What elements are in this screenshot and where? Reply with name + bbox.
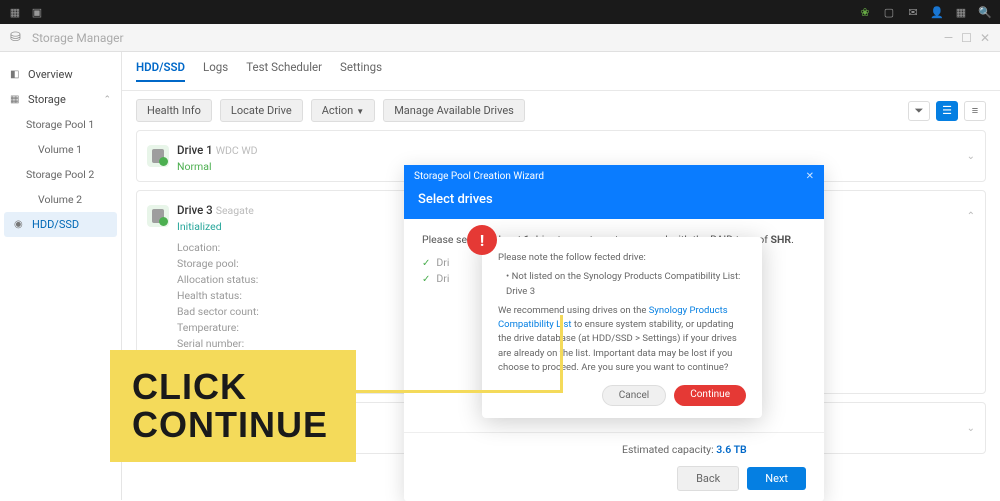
filter-icon[interactable]: ⏷ (908, 101, 930, 121)
maximize-icon[interactable]: ☐ (961, 31, 972, 45)
user-icon[interactable]: 👤 (930, 5, 944, 19)
sidebar: ◧Overview ▦Storage⌃ Storage Pool 1 Volum… (0, 52, 122, 500)
wizard-title: Select drives (404, 188, 824, 219)
manage-drives-button[interactable]: Manage Available Drives (383, 99, 525, 122)
drive-model: WDC WD (216, 144, 258, 157)
window-title: Storage Manager (32, 31, 124, 45)
sidebar-pool2[interactable]: Storage Pool 2 (0, 162, 121, 187)
back-button[interactable]: Back (677, 466, 739, 491)
wizard-footer: Estimated capacity: 3.6 TB (404, 432, 824, 466)
estimated-capacity: Estimated capacity: 3.6 TB (622, 443, 747, 456)
chevron-up-icon[interactable]: ⌃ (967, 211, 975, 222)
tab-settings[interactable]: Settings (340, 60, 382, 82)
drive-model: Seagate (216, 204, 254, 217)
sidebar-vol2[interactable]: Volume 2 (0, 187, 121, 212)
tab-test-scheduler[interactable]: Test Scheduler (246, 60, 322, 82)
cancel-button[interactable]: Cancel (602, 385, 666, 406)
window-titlebar: ⛁ Storage Manager — ☐ ✕ (0, 24, 1000, 52)
panel-icon[interactable]: ▦ (954, 5, 968, 19)
next-button[interactable]: Next (747, 467, 806, 490)
drive-status: Initialized (177, 220, 254, 233)
chevron-up-icon[interactable]: ⌃ (103, 95, 111, 105)
health-info-button[interactable]: Health Info (136, 99, 212, 122)
close-icon[interactable]: ✕ (980, 31, 990, 45)
sidebar-vol1[interactable]: Volume 1 (0, 137, 121, 162)
tab-hdd-ssd[interactable]: HDD/SSD (136, 60, 185, 82)
os-topbar: ▦ ▣ ❀ ▢ ✉ 👤 ▦ 🔍 (0, 0, 1000, 24)
sidebar-storage[interactable]: ▦Storage⌃ (0, 87, 121, 112)
check-icon: ✓ (422, 274, 430, 285)
minimize-icon[interactable]: — (944, 31, 953, 45)
chevron-down-icon: ▼ (356, 107, 364, 116)
annotation-connector (560, 315, 563, 393)
drive-status-icon (147, 145, 169, 167)
view-grid-icon[interactable]: ≡ (964, 101, 986, 121)
sidebar-overview[interactable]: ◧Overview (0, 62, 121, 87)
monitor-icon[interactable]: ▢ (882, 5, 896, 19)
search-icon[interactable]: 🔍 (978, 5, 992, 19)
drive-name: Drive 1 (177, 143, 213, 157)
grid-icon[interactable]: ▦ (8, 5, 22, 19)
action-dropdown[interactable]: Action▼ (311, 99, 375, 122)
drive-status-icon (147, 205, 169, 227)
storage-group-icon: ▦ (10, 94, 22, 106)
tab-logs[interactable]: Logs (203, 60, 228, 82)
drive-status: Normal (177, 160, 258, 173)
storage-icon: ⛁ (10, 30, 26, 46)
locate-drive-button[interactable]: Locate Drive (220, 99, 303, 122)
chevron-down-icon[interactable]: ⌄ (967, 423, 975, 434)
tab-bar: HDD/SSD Logs Test Scheduler Settings (122, 52, 1000, 91)
tutorial-callout: CLICK CONTINUE (110, 350, 356, 462)
continue-button[interactable]: Continue (674, 385, 746, 406)
toolbar: Health Info Locate Drive Action▼ Manage … (122, 91, 1000, 130)
sidebar-hdd-ssd[interactable]: ◉HDD/SSD (4, 212, 117, 237)
wizard-header: Storage Pool Creation Wizard✕ (404, 165, 824, 188)
leaf-icon[interactable]: ❀ (858, 5, 872, 19)
chat-icon[interactable]: ✉ (906, 5, 920, 19)
disk-icon: ◉ (14, 219, 26, 231)
sidebar-pool1[interactable]: Storage Pool 1 (0, 112, 121, 137)
close-icon[interactable]: ✕ (806, 171, 814, 182)
chevron-down-icon[interactable]: ⌄ (967, 151, 975, 162)
dashboard-icon: ◧ (10, 69, 22, 81)
app-icon[interactable]: ▣ (30, 5, 44, 19)
view-list-icon[interactable]: ☰ (936, 101, 958, 121)
drive-name: Drive 3 (177, 203, 213, 217)
alert-icon: ! (467, 225, 497, 255)
check-icon: ✓ (422, 258, 430, 269)
warning-body: Please note the follow fected drive: Not… (498, 251, 746, 375)
